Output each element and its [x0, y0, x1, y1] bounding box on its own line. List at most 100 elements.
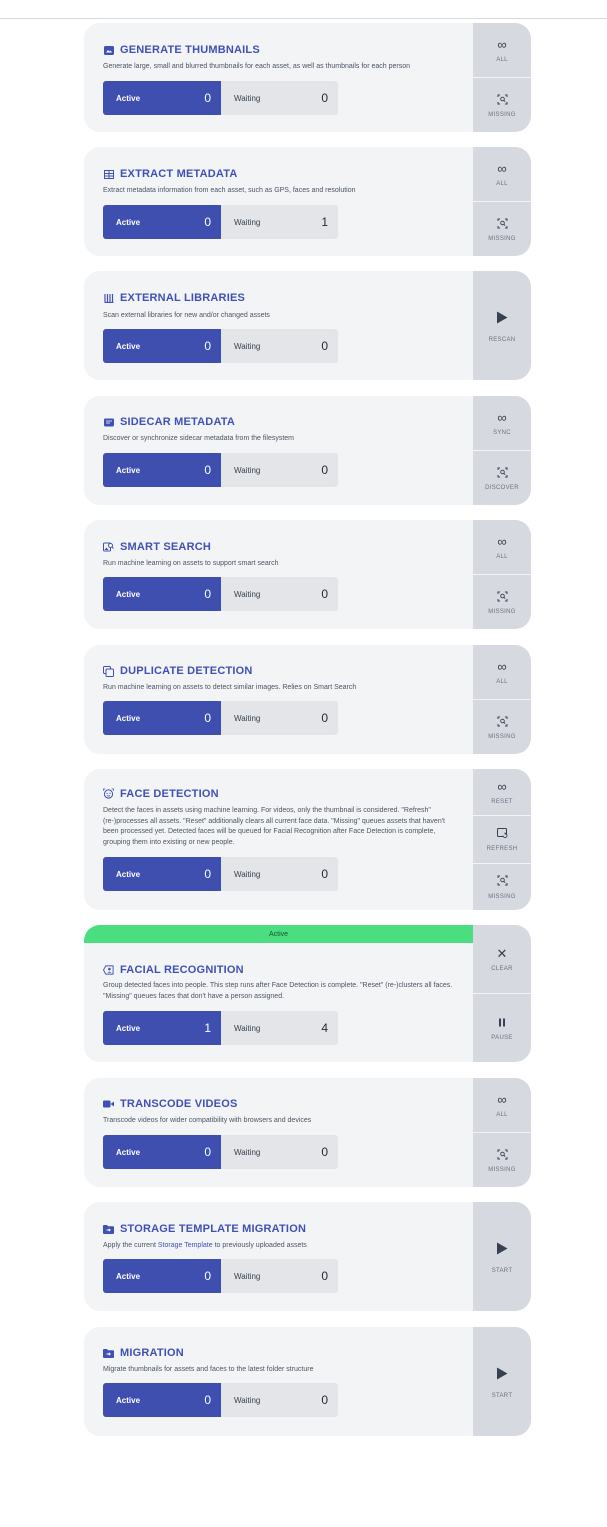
all-button[interactable]: ∞ ALL	[473, 520, 531, 574]
refresh-icon	[496, 826, 508, 840]
job-title: EXTERNAL LIBRARIES	[103, 292, 245, 304]
refresh-button[interactable]: REFRESH	[473, 815, 531, 862]
face-tag-icon	[103, 965, 114, 975]
missing-button[interactable]: MISSING	[473, 574, 531, 629]
missing-button[interactable]: MISSING	[473, 77, 531, 132]
discover-button[interactable]: DISCOVER	[473, 450, 531, 505]
waiting-count: Waiting 1	[221, 205, 338, 239]
job-counts: Active 0 Waiting 0	[103, 1383, 338, 1417]
job-actions: ∞ SYNC DISCOVER	[473, 396, 531, 505]
waiting-count: Waiting 0	[221, 1259, 338, 1293]
job-actions: START	[473, 1202, 531, 1311]
job-actions: ∞ ALL MISSING	[473, 147, 531, 256]
job-actions: START	[473, 1327, 531, 1436]
job-card-sidecar-metadata: SIDECAR METADATA Discover or synchronize…	[84, 396, 531, 505]
waiting-count: Waiting 0	[221, 857, 338, 891]
missing-icon	[497, 714, 508, 728]
video-icon	[103, 1099, 114, 1109]
active-count: Active 0	[103, 1383, 221, 1417]
job-title: SMART SEARCH	[103, 541, 211, 553]
close-icon: ✕	[496, 945, 508, 961]
waiting-count: Waiting 4	[221, 1011, 338, 1045]
job-actions: RESCAN	[473, 271, 531, 380]
job-actions: ✕ CLEAR PAUSE	[473, 925, 531, 1062]
all-button[interactable]: ∞ ALL	[473, 1078, 531, 1132]
missing-button[interactable]: MISSING	[473, 862, 531, 910]
job-title: FACIAL RECOGNITION	[103, 964, 244, 976]
active-count: Active 0	[103, 577, 221, 611]
job-counts: Active 0 Waiting 0	[103, 1135, 338, 1169]
reset-button[interactable]: ∞ RESET	[473, 769, 531, 815]
pause-button[interactable]: PAUSE	[473, 993, 531, 1062]
job-counts: Active 0 Waiting 0	[103, 1259, 338, 1293]
job-description: Transcode videos for wider compatibility…	[103, 1117, 312, 1124]
job-actions: ∞ ALL MISSING	[473, 1078, 531, 1187]
waiting-count: Waiting 0	[221, 1135, 338, 1169]
infinity-icon: ∞	[497, 533, 507, 549]
missing-icon	[497, 874, 508, 888]
library-icon	[103, 293, 114, 303]
waiting-count: Waiting 0	[221, 453, 338, 487]
job-card-transcode-videos: TRANSCODE VIDEOS Transcode videos for wi…	[84, 1078, 531, 1187]
folder-move-icon	[103, 1348, 114, 1358]
job-card-storage-template-migration: STORAGE TEMPLATE MIGRATION Apply the cur…	[84, 1202, 531, 1311]
top-divider	[0, 18, 607, 19]
image-icon	[103, 45, 114, 55]
job-title: DUPLICATE DETECTION	[103, 665, 253, 677]
storage-template-link[interactable]: Storage Template	[158, 1242, 213, 1249]
job-title: STORAGE TEMPLATE MIGRATION	[103, 1223, 306, 1235]
job-counts: Active 0 Waiting 0	[103, 81, 338, 115]
job-card-migration: MIGRATION Migrate thumbnails for assets …	[84, 1327, 531, 1436]
job-card-extract-metadata: EXTRACT METADATA Extract metadata inform…	[84, 147, 531, 256]
job-description: Group detected faces into people. This s…	[103, 982, 453, 1000]
missing-button[interactable]: MISSING	[473, 1132, 531, 1187]
clear-button[interactable]: ✕ CLEAR	[473, 925, 531, 993]
missing-button[interactable]: MISSING	[473, 201, 531, 256]
all-button[interactable]: ∞ ALL	[473, 645, 531, 699]
job-status-badge: Active	[84, 925, 473, 943]
job-description: Extract metadata information from each a…	[103, 187, 356, 194]
xml-file-icon	[103, 417, 114, 427]
job-description: Run machine learning on assets to detect…	[103, 684, 357, 691]
job-card-generate-thumbnails: GENERATE THUMBNAILS Generate large, smal…	[84, 23, 531, 132]
infinity-icon: ∞	[497, 658, 507, 674]
job-title: FACE DETECTION	[103, 788, 219, 800]
play-icon	[496, 1240, 508, 1258]
infinity-icon: ∞	[497, 36, 507, 52]
job-actions: ∞ ALL MISSING	[473, 23, 531, 132]
job-card-facial-recognition: Active FACIAL RECOGNITION Group detected…	[84, 925, 531, 1062]
active-count: Active 1	[103, 1011, 221, 1045]
job-description: Apply the current Storage Template to pr…	[103, 1242, 307, 1249]
job-title: MIGRATION	[103, 1347, 184, 1359]
active-count: Active 0	[103, 81, 221, 115]
job-description: Discover or synchronize sidecar metadata…	[103, 435, 295, 442]
waiting-count: Waiting 0	[221, 701, 338, 735]
waiting-count: Waiting 0	[221, 1383, 338, 1417]
job-description: Migrate thumbnails for assets and faces …	[103, 1366, 314, 1373]
waiting-count: Waiting 0	[221, 577, 338, 611]
all-button[interactable]: ∞ ALL	[473, 147, 531, 201]
rescan-button[interactable]: RESCAN	[473, 271, 531, 380]
job-counts: Active 0 Waiting 0	[103, 857, 338, 891]
infinity-icon: ∞	[497, 1091, 507, 1107]
missing-icon	[497, 465, 508, 479]
duplicate-icon	[103, 665, 114, 677]
infinity-icon: ∞	[497, 778, 507, 794]
job-card-external-libraries: EXTERNAL LIBRARIES Scan external librari…	[84, 271, 531, 380]
missing-icon	[497, 92, 508, 106]
job-actions: ∞ ALL MISSING	[473, 645, 531, 754]
missing-button[interactable]: MISSING	[473, 699, 531, 754]
sync-button[interactable]: ∞ SYNC	[473, 396, 531, 450]
job-card-face-detection: FACE DETECTION Detect the faces in asset…	[84, 769, 531, 910]
start-button[interactable]: START	[473, 1202, 531, 1311]
job-actions: ∞ ALL MISSING	[473, 520, 531, 629]
active-count: Active 0	[103, 1259, 221, 1293]
job-actions: ∞ RESET REFRESH MISSING	[473, 769, 531, 910]
job-description: Run machine learning on assets to suppor…	[103, 560, 279, 567]
job-title: EXTRACT METADATA	[103, 168, 237, 180]
job-title: SIDECAR METADATA	[103, 416, 235, 428]
start-button[interactable]: START	[473, 1327, 531, 1436]
waiting-count: Waiting 0	[221, 81, 338, 115]
infinity-icon: ∞	[497, 160, 507, 176]
all-button[interactable]: ∞ ALL	[473, 23, 531, 77]
